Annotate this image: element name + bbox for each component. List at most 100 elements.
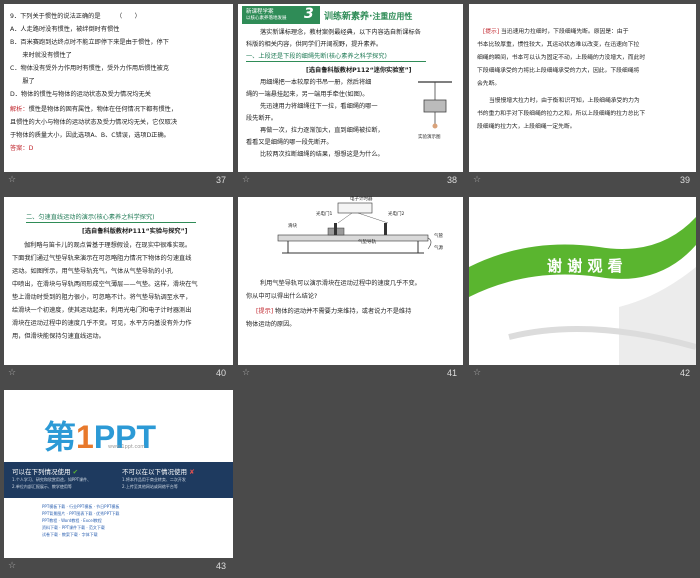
hint-label: [提示]: [483, 29, 500, 35]
question-line-6: 服了: [10, 78, 35, 85]
analysis-text-1: 惯性是物体的固有属性，物体在任何情况下都有惯性，: [28, 106, 178, 113]
cannot-use-line-2: 2.上传至其他网站或网络平台等: [122, 484, 178, 489]
banner-title-main: 训练新素养: [324, 12, 370, 22]
link-row[interactable]: 试卷下载 · 教案下载 · 字体下载: [42, 532, 98, 538]
section-banner: 新课程学案 以核心素养落地发展 3 训练新素养·注重应用性: [242, 6, 459, 24]
can-use-title: 可以在下列情况使用 ✔: [12, 466, 78, 476]
hint-text-1: 物体的运动并不需要力来维持，或者说力不是维持: [275, 308, 412, 315]
banner-title: 训练新素养·注重应用性: [324, 9, 412, 22]
heading-underline: [246, 61, 426, 62]
experiment-figure: [418, 81, 452, 129]
slide-42[interactable]: 谢 谢 观 看: [469, 197, 696, 365]
question-line-4: 来时就没有惯性了: [10, 52, 72, 59]
label-slider: 滑块: [288, 224, 297, 229]
slide-43-number: 43: [216, 561, 227, 571]
hint-line-3: 细绳的瞬间，书本可以认为固定不动，上段绳的力没增大，而此时: [477, 55, 646, 61]
thanks-decoration: [469, 217, 696, 365]
question-line-2: A．人走路时没有惯性，被绊倒时有惯性: [10, 26, 120, 33]
usage-panel: 可以在下列情况使用 ✔ 1.个人学习、研究和欣赏用途，如PPT课件、 2.单位内…: [4, 462, 233, 498]
hint-line-4: 下段细绳承受的力将比上段细绳承受的力大，因此，下段细绳将: [477, 68, 640, 74]
slide-37[interactable]: 9．下列关于惯性的说法正确的是 （ ） A．人走路时没有惯性，被绊倒时有惯性 B…: [4, 4, 233, 172]
figure-caption: 实验演示图: [418, 135, 441, 140]
banner-sub-text: 以核心素养落地发展: [246, 16, 287, 21]
body-line-3: 先迅速用力将细绳往下一拉，看细绳的哪一: [260, 103, 378, 110]
link-row[interactable]: 资料下载 · PPT课件下载 · 范文下载: [42, 525, 105, 531]
slide-41[interactable]: 电子计时器 光电门1 光电门2 滑块 气垫导轨 气管 气源 利用气垫导轨可以演示…: [238, 197, 463, 365]
slide-39-number: 39: [680, 175, 691, 185]
body-line-3: 运动。如图所示，用气垫导轨充气，气体从气垫导轨的小孔: [12, 268, 173, 275]
slide-42-number: 42: [680, 368, 691, 378]
slide-43[interactable]: 第1PPT www.1ppt.com 可以在下列情况使用 ✔ 1.个人学习、研究…: [4, 390, 233, 558]
banner-top-text: 新课程学案: [246, 9, 274, 15]
answer-line: 答案：D: [10, 142, 33, 155]
analysis-line-3: 于物体的质量大小，因此选项A、B、C错误，选项D正确。: [10, 132, 170, 139]
hint-line-6: 当慢慢增大拉力时，由于衡和识可知，上段细绳承受的力为: [489, 98, 640, 104]
brand-url: www.1ppt.com: [108, 444, 146, 450]
hint-line-1: [提示] 当迅速用力拉细时，下段细绳先断。原因是：由于: [483, 26, 629, 39]
slide-40[interactable]: 二、匀速直线运动的演示(核心素养之科学探究) [选自鲁科版教材P111“实验与探…: [4, 197, 233, 365]
hint-line-1: [提示] 物体的运动并不需要力来维持，或者说力不是维持: [256, 305, 411, 318]
label-gate-2: 光电门2: [388, 212, 405, 217]
can-use-line-2: 2.单位内部汇报展示、教学使用等: [12, 484, 72, 489]
can-use-text: 可以在下列情况使用: [12, 468, 71, 476]
check-icon: ✔: [72, 468, 79, 476]
slide-39-star-icon[interactable]: ☆: [473, 175, 481, 185]
can-use-line-1: 1.个人学习、研究和欣赏用途，如PPT课件、: [12, 477, 92, 482]
hint-line-8: 段细绳的拉力大，上段细绳一定先断。: [477, 124, 576, 130]
slide-41-star-icon[interactable]: ☆: [242, 368, 250, 378]
body-line-8: 用，但滑块能保持匀速直线运动。: [12, 333, 105, 340]
banner-title-sub: 注重应用性: [372, 12, 413, 21]
answer-label: 答案：: [10, 145, 29, 152]
slide-42-star-icon[interactable]: ☆: [473, 368, 481, 378]
question-line-5: C．物体没有受外力作用时有惯性，受外力作用后惯性被克: [10, 65, 170, 72]
slide-37-number: 37: [216, 175, 227, 185]
question-line-3: B．百米赛跑到达终点时不能立即停下来是由于惯性，停下: [10, 39, 169, 46]
hint-line-2: 物体运动的原因。: [246, 321, 296, 328]
slide-38-star-icon[interactable]: ☆: [242, 175, 250, 185]
hint-line-2: 书本比较厚重，惯性较大，其运动状态难以改变，在迅速向下拉: [477, 42, 640, 48]
hint-text-1: 当迅速用力拉细时，下段细绳先断。原因是：由于: [500, 29, 629, 35]
hint-line-7: 书的重力和手对下段细绳的拉力之和，所以上段细绳的拉力总比下: [477, 111, 646, 117]
question-line-7: D．物体的惯性与物体的运动状态及受力情况均无关: [10, 91, 151, 98]
body-line-6: 给滑块一个初速度，使其运动起来，利用光电门和电子计时器测出: [12, 307, 192, 314]
cross-icon: ✘: [189, 468, 195, 476]
label-pipe: 气管: [434, 234, 443, 239]
label-timer: 电子计时器: [350, 197, 373, 202]
cannot-use-line-1: 1.将本作品用于商业转卖、二次开发: [122, 477, 186, 482]
body-line-2: 你从中可以得出什么结论?: [246, 293, 318, 300]
source-note: [选自鲁科版教材P111“实验与探究”]: [82, 228, 188, 235]
body-line-7: 滑块在运动过程中的速度几乎不变。可见，水平方向基没有外力作: [12, 320, 192, 327]
slide-39[interactable]: [提示] 当迅速用力拉细时，下段细绳先断。原因是：由于 书本比较厚重，惯性较大，…: [469, 4, 696, 172]
link-row[interactable]: PPT背景图片 · PPT图表下载 · 优秀PPT下载: [42, 511, 119, 517]
slide-41-number: 41: [447, 368, 458, 378]
body-line-7: 比较两次拉断细绳的结果，想想这是为什么。: [260, 151, 384, 158]
analysis-label: 解析：: [10, 106, 29, 113]
slide-40-star-icon[interactable]: ☆: [8, 368, 16, 378]
slide-38[interactable]: 新课程学案 以核心素养落地发展 3 训练新素养·注重应用性 落实新课标理念，教材…: [238, 4, 463, 172]
question-line-1: 9．下列关于惯性的说法正确的是 （ ）: [10, 13, 141, 20]
slide-43-star-icon[interactable]: ☆: [8, 561, 16, 571]
body-line-1: 伽利略与笛卡儿的观点曾基于理想假设，在现实中很难实现。: [24, 242, 192, 249]
brand-number: 1: [76, 419, 94, 455]
body-line-4: 中喷出，在滑块与导轨两间形成空气薄层——气垫。这样，滑块在气: [12, 281, 198, 288]
slide-38-number: 38: [447, 175, 458, 185]
answer-value: D: [28, 145, 34, 152]
slide-37-star-icon[interactable]: ☆: [8, 175, 16, 185]
label-gate-1: 光电门1: [316, 212, 333, 217]
brand-logo: 第1PPT: [44, 412, 156, 458]
body-line-2: 下面我们通过气垫导轨来演示在可忽略阻力情况下物体的匀速直线: [12, 255, 192, 262]
label-track: 气垫导轨: [358, 240, 376, 245]
body-line-5: 垫上滑动时受到的阻力很小，可忽略不计。将气垫导轨调至水平，: [12, 294, 192, 301]
air-track-diagram: [277, 202, 432, 254]
analysis-line-2: 且惯性的大小与物体的运动状态及受力情况均无关，它仅取决: [10, 119, 178, 126]
heading-underline: [26, 222, 196, 223]
body-line-1: 利用气垫导轨可以演示滑块在运动过程中的速度几乎不变。: [260, 280, 421, 287]
cannot-use-title: 不可以在以下情况使用 ✘: [122, 466, 195, 476]
label-air-source: 气源: [434, 246, 443, 251]
cannot-use-text: 不可以在以下情况使用: [122, 468, 187, 476]
slide-40-number: 40: [216, 368, 227, 378]
link-row[interactable]: PPT教程 · Word教程 · Excel教程: [42, 518, 102, 524]
link-row[interactable]: PPT模板下载 · 行业PPT模板 · 节日PPT模板: [42, 504, 119, 510]
banner-number: 3: [304, 6, 314, 22]
hint-line-5: 会先断。: [477, 81, 501, 87]
